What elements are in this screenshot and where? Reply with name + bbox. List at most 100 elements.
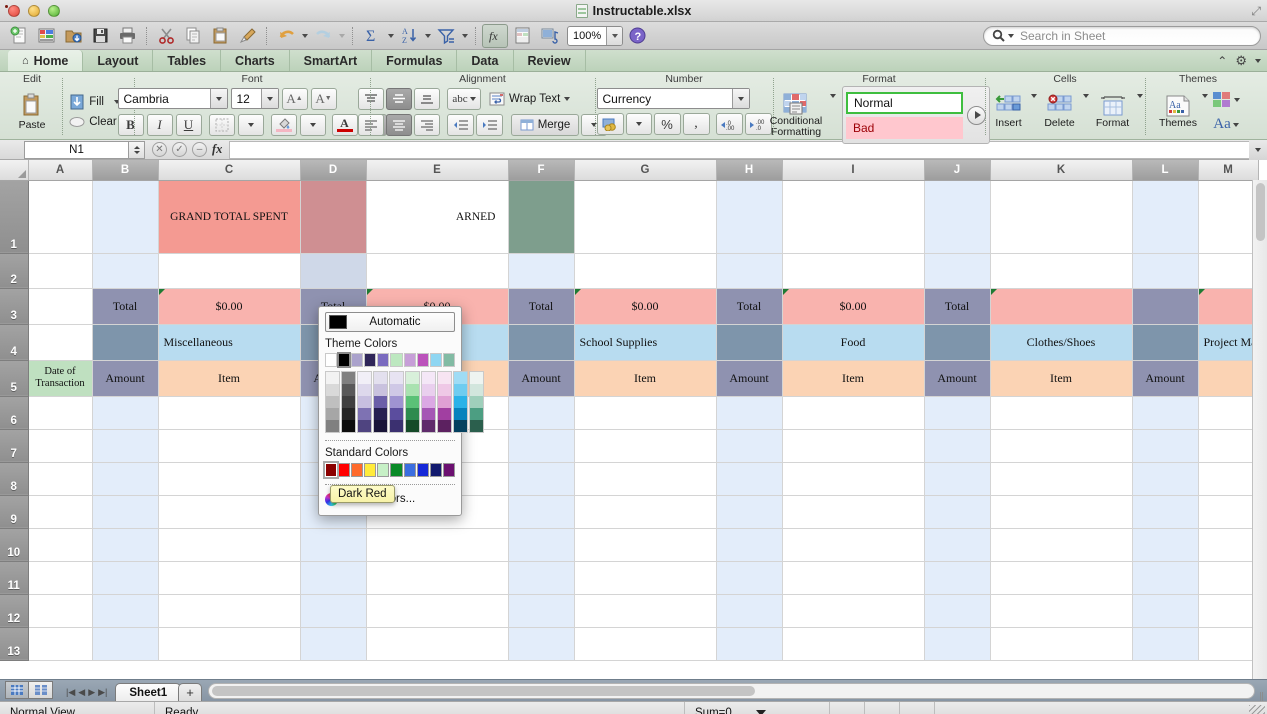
column-header-b[interactable]: B xyxy=(92,160,158,180)
redo-arrow-icon[interactable] xyxy=(310,24,336,48)
cell-k8[interactable] xyxy=(990,462,1132,495)
cell-f4[interactable] xyxy=(508,324,574,360)
theme-variant-swatch-7-3[interactable] xyxy=(438,408,451,420)
standard-color-swatch-3[interactable] xyxy=(364,463,376,477)
standard-color-swatch-4[interactable] xyxy=(377,463,389,477)
theme-variant-column-4[interactable] xyxy=(389,371,404,433)
theme-variant-swatch-0-4[interactable] xyxy=(326,420,339,432)
horizontal-scroll-thumb[interactable] xyxy=(212,686,755,696)
cell-d2[interactable] xyxy=(300,253,366,288)
cell-m5[interactable] xyxy=(1198,360,1258,396)
cell-f9[interactable] xyxy=(508,495,574,528)
printer-icon[interactable] xyxy=(114,24,140,48)
conditional-formatting-dropdown-icon[interactable] xyxy=(830,94,836,98)
cell-j6[interactable] xyxy=(924,396,990,429)
standard-colors-row[interactable] xyxy=(325,463,455,477)
cell-c2[interactable] xyxy=(158,253,300,288)
column-header-l[interactable]: L xyxy=(1132,160,1198,180)
cell-m8[interactable] xyxy=(1198,462,1258,495)
style-bad[interactable]: Bad xyxy=(846,117,963,139)
cell-b6[interactable] xyxy=(92,396,158,429)
cell-b10[interactable] xyxy=(92,528,158,561)
theme-colors-variants-grid[interactable] xyxy=(325,371,455,433)
cell-i7[interactable] xyxy=(782,429,924,462)
zoom-control[interactable]: 100% xyxy=(567,26,623,46)
font-color-icon[interactable]: A xyxy=(332,114,358,136)
filter-dropdown-icon[interactable] xyxy=(460,24,469,48)
cell-j8[interactable] xyxy=(924,462,990,495)
theme-variant-swatch-8-1[interactable] xyxy=(454,384,467,396)
cell-l13[interactable] xyxy=(1132,627,1198,660)
align-middle-button[interactable] xyxy=(386,88,412,110)
theme-variant-column-6[interactable] xyxy=(421,371,436,433)
cell-f7[interactable] xyxy=(508,429,574,462)
theme-variant-swatch-4-0[interactable] xyxy=(390,372,403,384)
cell-h4[interactable] xyxy=(716,324,782,360)
scroll-split-grip[interactable] xyxy=(1255,692,1267,701)
cell-e10[interactable] xyxy=(366,528,508,561)
column-header-a[interactable]: A xyxy=(28,160,92,180)
align-center-button[interactable] xyxy=(386,114,412,136)
theme-variant-swatch-8-0[interactable] xyxy=(454,372,467,384)
wrap-text-button[interactable]: Wrap Text xyxy=(489,92,570,106)
cell-c3[interactable]: $0.00 xyxy=(158,288,300,324)
tab-layout[interactable]: Layout xyxy=(83,50,153,71)
font-size-input[interactable]: 12 xyxy=(231,88,279,109)
cell-g11[interactable] xyxy=(574,561,716,594)
theme-fonts-button[interactable]: Aa xyxy=(1213,117,1239,132)
cell-k5[interactable]: Item xyxy=(990,360,1132,396)
cell-l7[interactable] xyxy=(1132,429,1198,462)
cell-i3[interactable]: $0.00 xyxy=(782,288,924,324)
theme-variant-swatch-1-4[interactable] xyxy=(342,420,355,432)
table-row[interactable]: 4 Miscellaneous School Supplies Food Clo… xyxy=(0,324,1258,360)
cell-l8[interactable] xyxy=(1132,462,1198,495)
theme-variant-swatch-1-2[interactable] xyxy=(342,396,355,408)
column-header-i[interactable]: I xyxy=(782,160,924,180)
wrap-text-dropdown-icon[interactable] xyxy=(564,97,570,101)
cell-c10[interactable] xyxy=(158,528,300,561)
cell-g2[interactable] xyxy=(574,253,716,288)
theme-variant-swatch-0-3[interactable] xyxy=(326,408,339,420)
theme-color-swatch-1[interactable] xyxy=(338,353,350,367)
cell-b2[interactable] xyxy=(92,253,158,288)
cell-l1[interactable] xyxy=(1132,180,1198,253)
comma-button[interactable]: , xyxy=(683,113,710,135)
cell-f8[interactable] xyxy=(508,462,574,495)
row-header-13[interactable]: 13 xyxy=(0,627,28,660)
cell-l6[interactable] xyxy=(1132,396,1198,429)
cell-h7[interactable] xyxy=(716,429,782,462)
cell-g5[interactable]: Item xyxy=(574,360,716,396)
cell-l11[interactable] xyxy=(1132,561,1198,594)
cell-f10[interactable] xyxy=(508,528,574,561)
nav-last-sheet-icon[interactable]: ▶| xyxy=(98,687,107,698)
font-family-dropdown-icon[interactable] xyxy=(210,89,227,108)
cell-b5[interactable]: Amount xyxy=(92,360,158,396)
cell-h10[interactable] xyxy=(716,528,782,561)
number-format-input[interactable]: Currency xyxy=(597,88,750,109)
cell-g6[interactable] xyxy=(574,396,716,429)
theme-variant-column-0[interactable] xyxy=(325,371,340,433)
cell-j2[interactable] xyxy=(924,253,990,288)
search-input[interactable]: Search in Sheet xyxy=(983,26,1261,46)
cell-g13[interactable] xyxy=(574,627,716,660)
standard-color-swatch-0[interactable] xyxy=(325,463,337,477)
cell-j11[interactable] xyxy=(924,561,990,594)
status-sum-control[interactable]: Sum=0 xyxy=(685,702,830,714)
sigma-icon[interactable]: Σ xyxy=(359,24,385,48)
page-layout-view-icon[interactable] xyxy=(29,681,53,699)
cell-c7[interactable] xyxy=(158,429,300,462)
cell-m6[interactable] xyxy=(1198,396,1258,429)
cell-l12[interactable] xyxy=(1132,594,1198,627)
table-row[interactable]: 5 Date of Transaction Amount Item Amount… xyxy=(0,360,1258,396)
sheet-tab-sheet1[interactable]: Sheet1 xyxy=(115,683,181,701)
add-sheet-button[interactable]: + xyxy=(178,683,202,701)
cell-c1[interactable]: GRAND TOTAL SPENT xyxy=(158,180,300,253)
cell-a4[interactable] xyxy=(28,324,92,360)
open-folder-icon[interactable] xyxy=(60,24,86,48)
align-bottom-button[interactable] xyxy=(414,88,440,110)
theme-variant-swatch-2-1[interactable] xyxy=(358,384,371,396)
brush-icon[interactable] xyxy=(234,24,260,48)
delete-cells-button[interactable]: Delete xyxy=(1038,94,1082,129)
cell-f1[interactable] xyxy=(508,180,574,253)
name-box[interactable]: N1 xyxy=(24,141,129,159)
